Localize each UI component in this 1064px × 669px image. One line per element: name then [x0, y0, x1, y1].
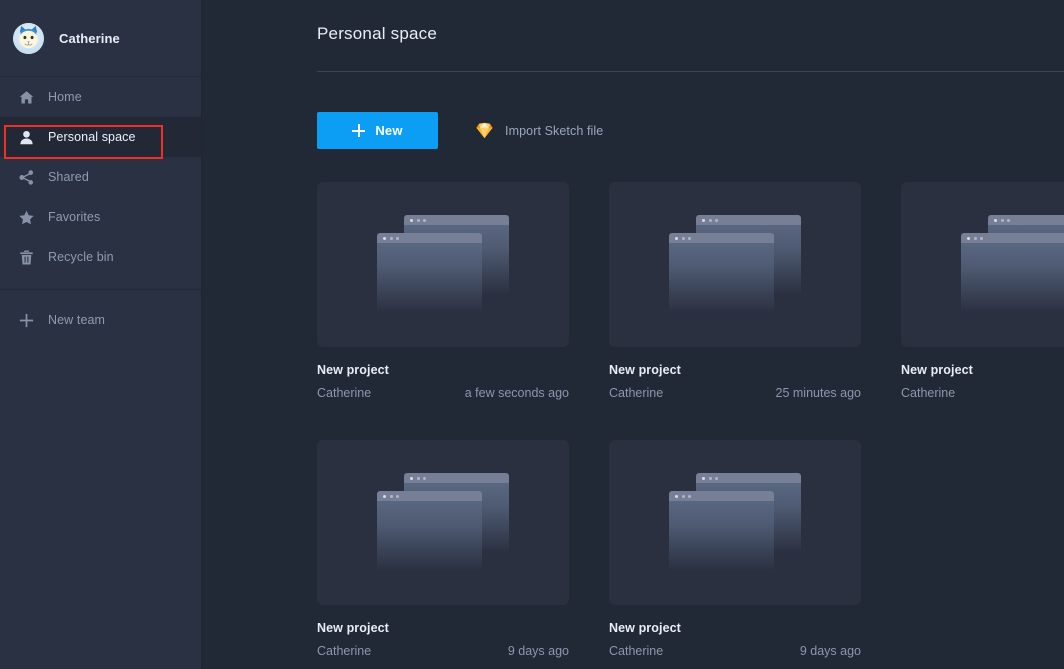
windows-placeholder-icon	[961, 233, 1064, 313]
project-meta: New project Catherine a few seconds ago	[317, 347, 569, 400]
windows-placeholder-icon	[669, 491, 774, 571]
project-meta: New project Catherine 9 days ago	[317, 605, 569, 658]
sidebar-divider	[0, 289, 201, 290]
sidebar-user-name: Catherine	[59, 31, 120, 46]
project-card[interactable]: New project Catherine	[901, 182, 1064, 400]
sidebar-nav: Home Personal space	[0, 77, 201, 340]
sidebar-item-personal-space[interactable]: Personal space	[0, 117, 201, 157]
sidebar-item-favorites-label: Favorites	[48, 210, 100, 224]
project-timestamp: 9 days ago	[800, 644, 861, 658]
project-owner: Catherine	[609, 386, 663, 400]
windows-placeholder-icon	[377, 491, 482, 571]
new-project-button[interactable]: New	[317, 112, 438, 149]
plus-icon	[352, 124, 365, 137]
sidebar-item-shared[interactable]: Shared	[0, 157, 201, 197]
sidebar-item-home[interactable]: Home	[0, 77, 201, 117]
windows-placeholder-icon	[669, 233, 774, 313]
project-timestamp: 25 minutes ago	[776, 386, 861, 400]
sidebar-item-home-label: Home	[48, 90, 82, 104]
project-thumbnail[interactable]	[609, 440, 861, 605]
sidebar-item-shared-label: Shared	[48, 170, 89, 184]
sidebar-item-favorites[interactable]: Favorites	[0, 197, 201, 237]
project-title: New project	[317, 621, 569, 635]
sketch-diamond-icon	[475, 121, 494, 140]
sidebar-item-new-team-label: New team	[48, 313, 105, 327]
import-sketch-file-label: Import Sketch file	[505, 124, 603, 138]
project-grid: New project Catherine a few seconds ago	[202, 149, 1064, 658]
project-timestamp: a few seconds ago	[465, 386, 569, 400]
person-icon	[16, 127, 36, 147]
project-thumbnail[interactable]	[317, 440, 569, 605]
page-title: Personal space	[317, 24, 1064, 44]
project-owner: Catherine	[317, 386, 371, 400]
sidebar-item-recycle-bin-label: Recycle bin	[48, 250, 114, 264]
project-meta: New project Catherine 9 days ago	[609, 605, 861, 658]
sidebar-item-recycle-bin[interactable]: Recycle bin	[0, 237, 201, 277]
project-card[interactable]: New project Catherine a few seconds ago	[317, 182, 569, 400]
project-timestamp: 9 days ago	[508, 644, 569, 658]
project-title: New project	[317, 363, 569, 377]
app-root: Catherine Home Personal space	[0, 0, 1064, 669]
sidebar-item-personal-space-label: Personal space	[48, 130, 136, 144]
page-header: Personal space	[202, 0, 1064, 44]
project-meta: New project Catherine	[901, 347, 1064, 400]
sidebar-item-new-team[interactable]: New team	[0, 300, 201, 340]
project-thumbnail[interactable]	[901, 182, 1064, 347]
project-title: New project	[609, 363, 861, 377]
trash-icon	[16, 247, 36, 267]
new-project-button-label: New	[375, 123, 402, 138]
cat-avatar-icon	[13, 23, 44, 54]
project-thumbnail[interactable]	[609, 182, 861, 347]
project-card[interactable]: New project Catherine 9 days ago	[317, 440, 569, 658]
project-meta: New project Catherine 25 minutes ago	[609, 347, 861, 400]
import-sketch-file-link[interactable]: Import Sketch file	[475, 121, 603, 140]
sidebar: Catherine Home Personal space	[0, 0, 202, 669]
star-icon	[16, 207, 36, 227]
project-owner: Catherine	[901, 386, 955, 400]
project-card[interactable]: New project Catherine 25 minutes ago	[609, 182, 861, 400]
toolbar: New Import Sketch fi	[202, 72, 1064, 149]
plus-icon	[16, 310, 36, 330]
windows-placeholder-icon	[377, 233, 482, 313]
project-thumbnail[interactable]	[317, 182, 569, 347]
share-icon	[16, 167, 36, 187]
project-owner: Catherine	[317, 644, 371, 658]
project-title: New project	[609, 621, 861, 635]
main-content: Personal space New	[202, 0, 1064, 669]
project-title: New project	[901, 363, 1064, 377]
project-card[interactable]: New project Catherine 9 days ago	[609, 440, 861, 658]
home-icon	[16, 87, 36, 107]
sidebar-user-block[interactable]: Catherine	[0, 0, 201, 77]
project-owner: Catherine	[609, 644, 663, 658]
